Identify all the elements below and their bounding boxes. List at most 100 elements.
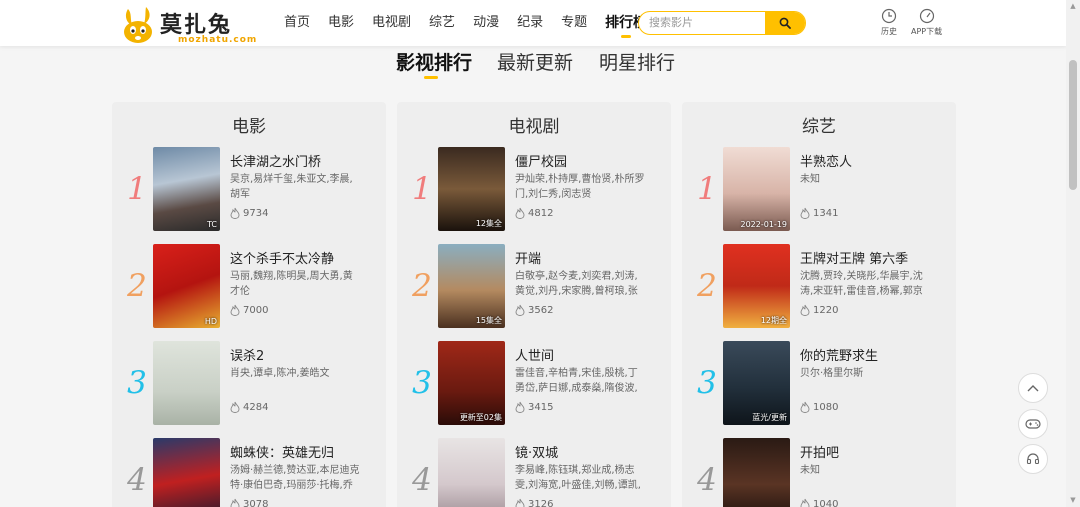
poster-image[interactable]: [438, 438, 505, 507]
heat-count: 7000: [230, 304, 268, 316]
cast-text: 白敬亭,赵今麦,刘奕君,刘涛,黄觉,刘丹,宋家腾,曾柯琅,张喜前,: [515, 271, 638, 297]
fire-icon: [800, 498, 810, 507]
ranking-column-variety: 综艺 1 2022-01-19 半熟恋人 未知 1341 2 12期全 王牌对王…: [682, 102, 956, 507]
list-item[interactable]: 3 更新至02集 人世间 雷佳音,辛柏青,宋佳,殷桃,丁勇岱,萨日娜,成泰燊,隋…: [397, 341, 671, 429]
tab-video-ranking[interactable]: 影视排行: [396, 48, 472, 75]
history-button[interactable]: 历史: [881, 8, 897, 37]
fire-icon: [230, 498, 240, 507]
fire-icon: [230, 304, 240, 316]
poster-image[interactable]: 12集全: [438, 147, 505, 231]
list-item[interactable]: 4 开拍吧 未知 1040: [682, 438, 956, 507]
scroll-down-arrow-icon[interactable]: ▼: [1069, 496, 1077, 504]
logo-domain: mozhatu.com: [178, 35, 258, 45]
nav-item-variety[interactable]: 综艺: [429, 0, 455, 46]
gamepad-icon: [1025, 419, 1041, 429]
title-link[interactable]: 长津湖之水门桥: [230, 151, 380, 170]
heat-count: 1080: [800, 401, 838, 413]
rank-number: 2: [697, 268, 717, 304]
back-to-top-button[interactable]: [1018, 373, 1048, 403]
title-link[interactable]: 镜·双城: [515, 442, 665, 461]
poster-image[interactable]: 2022-01-19: [723, 147, 790, 231]
app-download-label: APP下载: [911, 27, 943, 36]
tab-latest-updates[interactable]: 最新更新: [497, 48, 573, 75]
rabbit-logo-icon: [124, 7, 152, 43]
clock-icon: [881, 8, 897, 24]
poster-image[interactable]: 更新至02集: [438, 341, 505, 425]
list-item[interactable]: 4 蜘蛛侠：英雄无归 汤姆·赫兰德,赞达亚,本尼迪克特·康伯巴奇,玛丽莎·托梅,…: [112, 438, 386, 507]
poster-image[interactable]: TC: [153, 147, 220, 231]
app-download-button[interactable]: APP下载: [911, 8, 942, 37]
heat-value: 9734: [243, 207, 269, 219]
poster-image[interactable]: 15集全: [438, 244, 505, 328]
title-link[interactable]: 蜘蛛侠：英雄无归: [230, 442, 380, 461]
page-scrollbar[interactable]: ▲ ▼: [1066, 0, 1080, 507]
rank-number: 1: [412, 171, 432, 207]
list-item[interactable]: 1 12集全 僵尸校园 尹灿荣,朴持厚,曹怡贤,朴所罗门,刘仁秀,闵志贤 481…: [397, 147, 671, 235]
title-link[interactable]: 半熟恋人: [800, 151, 950, 170]
heat-count: 3415: [515, 401, 553, 413]
title-link[interactable]: 误杀2: [230, 345, 380, 364]
poster-badge: 蓝光/更新: [752, 413, 787, 422]
heat-value: 7000: [243, 304, 269, 316]
title-link[interactable]: 僵尸校园: [515, 151, 665, 170]
search-icon: [779, 17, 791, 29]
top-header: 莫扎兔 mozhatu.com 首页 电影 电视剧 综艺 动漫 纪录 专题 排行…: [0, 0, 1066, 46]
poster-image[interactable]: [153, 341, 220, 425]
poster-badge: HD: [204, 317, 217, 326]
poster-image[interactable]: HD: [153, 244, 220, 328]
heat-count: 3078: [230, 498, 268, 507]
nav-item-topics[interactable]: 专题: [561, 0, 587, 46]
list-item[interactable]: 3 误杀2 肖央,谭卓,陈冲,姜皓文 4284: [112, 341, 386, 429]
column-title: 电视剧: [508, 117, 560, 137]
list-item[interactable]: 2 HD 这个杀手不太冷静 马丽,魏翔,陈明昊,周大勇,黄才伦 7000: [112, 244, 386, 332]
title-link[interactable]: 人世间: [515, 345, 665, 364]
rank-number: 4: [127, 462, 147, 498]
cast-text: 汤姆·赫兰德,赞达亚,本尼迪克特·康伯巴奇,玛丽莎·托梅,乔恩·: [230, 465, 360, 491]
heat-value: 3415: [528, 401, 554, 413]
poster-image[interactable]: [723, 438, 790, 507]
search-input[interactable]: [649, 12, 767, 34]
heat-count: 4284: [230, 401, 268, 413]
search-button[interactable]: [765, 12, 805, 34]
nav-item-documentary[interactable]: 纪录: [517, 0, 543, 46]
fire-icon: [515, 207, 525, 219]
fire-icon: [515, 401, 525, 413]
rank-number: 3: [697, 365, 717, 401]
title-link[interactable]: 开拍吧: [800, 442, 950, 461]
chevron-up-icon: [1027, 385, 1039, 392]
poster-image[interactable]: [153, 438, 220, 507]
ranking-column-movie: 电影 1 TC 长津湖之水门桥 吴京,易烊千玺,朱亚文,李晨,胡军 9734 2…: [112, 102, 386, 507]
site-logo[interactable]: 莫扎兔 mozhatu.com: [120, 5, 256, 45]
poster-badge: TC: [206, 220, 217, 229]
list-item[interactable]: 2 12期全 王牌对王牌 第六季 沈腾,贾玲,关晓彤,华晨宇,沈涛,宋亚轩,雷佳…: [682, 244, 956, 332]
list-item[interactable]: 2 15集全 开端 白敬亭,赵今麦,刘奕君,刘涛,黄觉,刘丹,宋家腾,曾柯琅,张…: [397, 244, 671, 332]
ranking-tabs: 影视排行 最新更新 明星排行: [0, 48, 1066, 79]
tab-star-ranking[interactable]: 明星排行: [599, 48, 675, 75]
title-link[interactable]: 王牌对王牌 第六季: [800, 248, 950, 267]
poster-image[interactable]: 12期全: [723, 244, 790, 328]
column-title: 电影: [232, 117, 266, 137]
poster-badge: 12集全: [475, 219, 502, 228]
column-title: 综艺: [802, 117, 836, 137]
nav-item-tv[interactable]: 电视剧: [372, 0, 411, 46]
game-button[interactable]: [1018, 409, 1048, 439]
nav-item-anime[interactable]: 动漫: [473, 0, 499, 46]
title-link[interactable]: 你的荒野求生: [800, 345, 950, 364]
list-item[interactable]: 1 2022-01-19 半熟恋人 未知 1341: [682, 147, 956, 235]
nav-item-movie[interactable]: 电影: [328, 0, 354, 46]
scroll-thumb[interactable]: [1069, 60, 1077, 190]
list-item[interactable]: 3 蓝光/更新 你的荒野求生 贝尔·格里尔斯 1080: [682, 341, 956, 429]
poster-image[interactable]: 蓝光/更新: [723, 341, 790, 425]
scroll-up-arrow-icon[interactable]: ▲: [1069, 2, 1077, 10]
cast-text: 沈腾,贾玲,关晓彤,华晨宇,沈涛,宋亚轩,雷佳音,杨幂,郭京飞,董: [800, 271, 923, 297]
nav-item-home[interactable]: 首页: [284, 0, 310, 46]
heat-count: 3562: [515, 304, 553, 316]
rank-number: 2: [127, 268, 147, 304]
list-item[interactable]: 1 TC 长津湖之水门桥 吴京,易烊千玺,朱亚文,李晨,胡军 9734: [112, 147, 386, 235]
heat-value: 3126: [528, 498, 554, 507]
title-link[interactable]: 开端: [515, 248, 665, 267]
feedback-button[interactable]: [1018, 444, 1048, 474]
cast-text: 李易峰,陈钰琪,郑业成,杨志雯,刘海宽,叶盛佳,刘畅,谭凯,王媛: [515, 465, 641, 491]
list-item[interactable]: 4 镜·双城 李易峰,陈钰琪,郑业成,杨志雯,刘海宽,叶盛佳,刘畅,谭凯,王媛 …: [397, 438, 671, 507]
title-link[interactable]: 这个杀手不太冷静: [230, 248, 380, 267]
